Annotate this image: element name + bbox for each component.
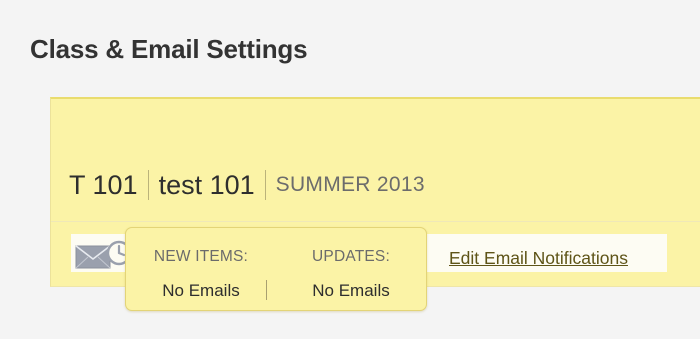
page-title: Class & Email Settings	[30, 34, 308, 64]
updates-label: UPDATES:	[312, 248, 390, 265]
class-panel: T 101 test 101 SUMMER 2013 NEW ITEMS: No…	[50, 97, 700, 311]
new-items-label: NEW ITEMS:	[153, 248, 249, 265]
updates-value: No Emails	[312, 281, 390, 300]
course-row: T 101 test 101 SUMMER 2013	[69, 167, 425, 203]
email-notification-summary: NEW ITEMS: No Emails UPDATES: No Emails	[125, 227, 427, 311]
edit-email-notifications-link[interactable]: Edit Email Notifications	[449, 248, 628, 269]
separator	[266, 280, 267, 300]
course-term: SUMMER 2013	[275, 173, 425, 196]
course-code: T 101	[69, 169, 138, 200]
course-name: test 101	[158, 169, 255, 200]
new-items-value: No Emails	[162, 281, 240, 300]
page: Class & Email Settings T 101 test 101 SU…	[0, 0, 700, 339]
updates-column: UPDATES: No Emails	[276, 228, 426, 310]
separator	[147, 170, 149, 200]
panel-divider	[51, 221, 700, 222]
separator	[264, 170, 266, 200]
new-items-column: NEW ITEMS: No Emails	[126, 228, 276, 310]
